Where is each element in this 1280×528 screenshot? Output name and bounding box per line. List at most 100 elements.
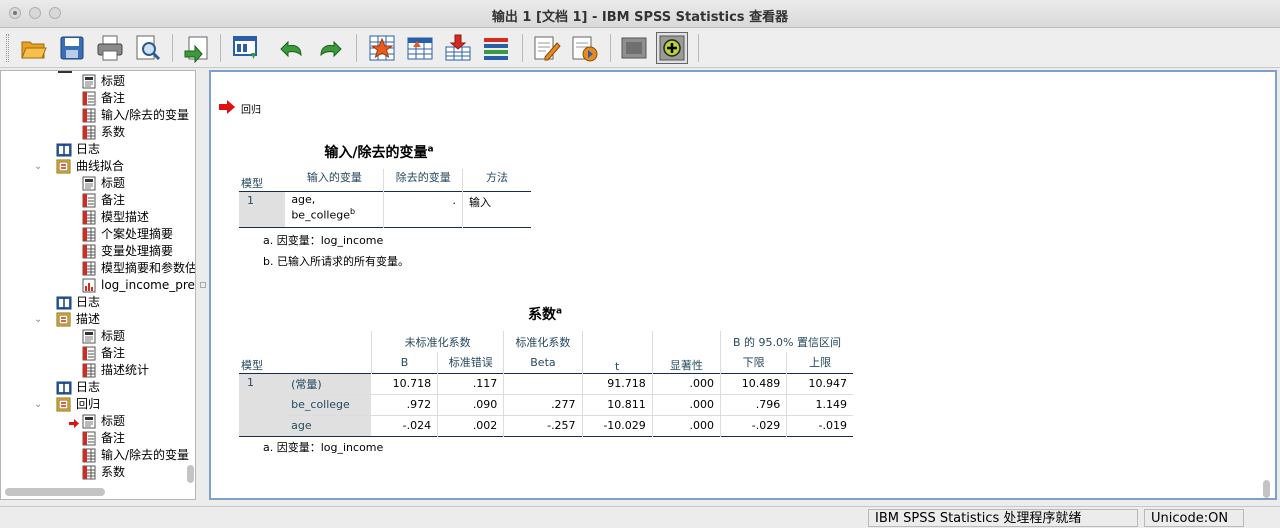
notes-icon	[81, 193, 97, 208]
toolbar-grip[interactable]	[6, 34, 9, 62]
toolbar	[0, 28, 1280, 68]
col-entered: 输入的变量	[285, 169, 385, 191]
table-icon	[81, 125, 97, 140]
variables-entered-removed-table[interactable]: 模型 输入的变量 除去的变量 方法 1 age, be_collegeb . 输…	[239, 169, 531, 228]
unicode-status: Unicode:ON	[1144, 509, 1244, 527]
recall-dialog-icon[interactable]	[230, 32, 262, 64]
outline-horizontal-scrollbar[interactable]	[5, 488, 105, 496]
insert-output-icon[interactable]	[568, 32, 600, 64]
export-icon[interactable]	[180, 32, 212, 64]
table-icon	[81, 363, 97, 378]
tree-item-label: 个案处理摘要	[101, 227, 174, 241]
outline-vertical-scrollbar[interactable]	[187, 465, 194, 483]
cell-significance: .000	[652, 373, 722, 394]
undo-icon[interactable]	[276, 32, 308, 64]
redo-icon[interactable]	[314, 32, 346, 64]
title-doc-icon	[81, 329, 97, 344]
open-icon[interactable]	[18, 32, 50, 64]
cell-significance: .000	[652, 394, 722, 415]
show-all-icon[interactable]	[618, 32, 650, 64]
cell-lower-bound: .796	[720, 394, 788, 415]
coefficients-title[interactable]: 系数a	[239, 304, 851, 324]
variables-icon[interactable]	[480, 32, 512, 64]
row-model-number: 1	[239, 373, 286, 437]
current-item-arrow-icon	[219, 100, 235, 117]
row-label: age	[285, 415, 372, 436]
cell-beta	[503, 373, 583, 394]
go-to-case-icon[interactable]	[404, 32, 436, 64]
group-standardized: 标准化系数	[503, 331, 583, 352]
footnote-b: b. 已输入所请求的所有变量。	[263, 255, 409, 268]
table-icon	[81, 244, 97, 259]
content-vertical-scrollbar[interactable]	[1263, 480, 1270, 498]
table-icon	[81, 227, 97, 242]
cell-b: 10.718	[371, 373, 439, 394]
cell-significance: .000	[652, 415, 722, 436]
partial-tree-item	[58, 71, 72, 73]
log-book-icon	[56, 295, 72, 310]
table-icon	[81, 448, 97, 463]
print-icon[interactable]	[94, 32, 126, 64]
col-removed: 除去的变量	[383, 169, 464, 191]
cell-beta: -.257	[503, 415, 583, 436]
tree-item-label: 变量处理摘要	[101, 244, 174, 258]
expand-toggle[interactable]: ⌄	[34, 315, 44, 325]
go-to-variable-icon[interactable]	[442, 32, 474, 64]
col-b: B	[370, 352, 439, 373]
tree-item-label: log_income_predict	[101, 278, 195, 292]
section-label[interactable]: 回归	[241, 101, 261, 116]
output-content-pane[interactable]: 回归 输入/除去的变量a 模型 输入的变量 除去的变量 方法 1 age, be…	[209, 70, 1277, 500]
tree-item-label: 备注	[101, 193, 126, 207]
toolbar-separator	[356, 34, 357, 62]
tree-item-label: 标题	[101, 176, 126, 190]
row-label: be_college	[285, 394, 372, 415]
outline-pane[interactable]: 标题 备注 输入/除去的变量 系数 日志 ⌄ 曲线拟合 标题 备注 模型描述 个案处理摘要 变量处理摘…	[0, 70, 196, 500]
tree-item-label: 标题	[101, 414, 126, 428]
cell-t: -10.029	[582, 415, 653, 436]
col-t: t	[582, 352, 653, 373]
save-icon[interactable]	[56, 32, 88, 64]
expand-toggle[interactable]: ⌄	[34, 400, 44, 410]
procedure-icon	[56, 159, 72, 174]
cell-b: -.024	[371, 415, 439, 436]
cell-upper-bound: 1.149	[815, 398, 848, 411]
tree-item-label: 标题	[101, 329, 126, 343]
title-doc-icon	[81, 74, 97, 89]
notes-icon	[81, 346, 97, 361]
promote-icon[interactable]	[656, 32, 688, 64]
tree-item-label: 描述统计	[101, 363, 150, 377]
tree-item-label: 日志	[76, 380, 101, 394]
footnote-a: a. 因变量：log_income	[263, 234, 384, 247]
variables-entered-removed-title[interactable]: 输入/除去的变量a	[239, 142, 519, 162]
tree-item-label: 日志	[76, 295, 101, 309]
procedure-icon	[56, 312, 72, 327]
coefficients-table[interactable]: 未标准化系数 标准化系数 B 的 95.0% 置信区间 模型 B 标准错误 Be…	[239, 331, 853, 437]
tree-item-label: 模型摘要和参数估算值	[101, 261, 196, 275]
notes-icon	[81, 431, 97, 446]
go-to-data-icon[interactable]	[366, 32, 398, 64]
col-model: 模型	[241, 358, 263, 372]
expand-toggle[interactable]: ⌄	[34, 162, 44, 172]
group-confidence-interval: B 的 95.0% 置信区间	[733, 335, 841, 349]
col-upper-bound: 上限	[809, 356, 832, 370]
tree-item-label: 备注	[101, 346, 126, 360]
tree-item-label: 备注	[101, 91, 126, 105]
col-method: 方法	[486, 171, 508, 184]
cell-std-error: .002	[437, 415, 505, 436]
toolbar-separator	[522, 34, 523, 62]
chart-icon	[81, 278, 97, 293]
col-beta: Beta	[503, 352, 583, 373]
toolbar-separator	[172, 34, 173, 62]
print-preview-icon[interactable]	[132, 32, 164, 64]
pane-splitter[interactable]	[198, 70, 208, 500]
row-label: (常量)	[285, 373, 372, 394]
cell-upper-bound: -.019	[818, 419, 847, 432]
row-model-number: 1	[239, 191, 286, 227]
tree-item-label: 系数	[101, 465, 126, 479]
table-icon	[81, 108, 97, 123]
tree-item-label: 模型描述	[101, 210, 150, 224]
insert-heading-icon[interactable]	[530, 32, 562, 64]
toolbar-separator	[610, 34, 611, 62]
cell-t: 91.718	[582, 373, 653, 394]
toolbar-separator	[220, 34, 221, 62]
